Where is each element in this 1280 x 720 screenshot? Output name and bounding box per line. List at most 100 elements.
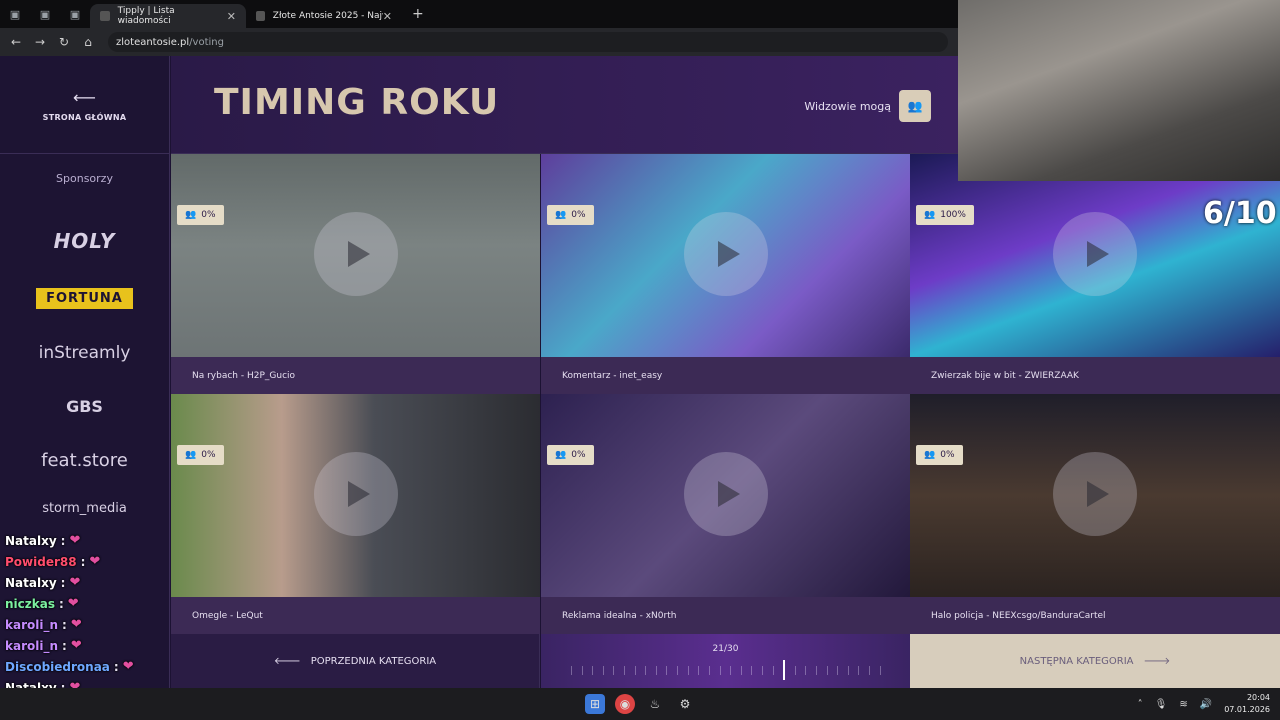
play-icon-button[interactable] [683,212,768,296]
pinned-tab-3[interactable]: ▣ [60,0,90,28]
progress-tick[interactable] [655,665,657,675]
app-icon[interactable]: ⚙ [675,694,695,714]
chat-separator: : [58,596,64,611]
chat-username: Powider88 [5,554,77,569]
start-windows-icon[interactable]: ⊞ [585,694,605,714]
sponsor-instreamly-logo[interactable]: inStreamly [0,343,169,363]
chat-separator: : [62,617,67,632]
percent-value: 0% [571,450,586,460]
chat-message: karoli_n: ❤ [0,614,170,635]
windows-taskbar: ⊞ ◉ ♨ ⚙ ˄ 🎙 ≋ 🔊 20:04 07.01.2026 [0,688,1280,720]
progress-tick[interactable] [761,665,763,675]
play-icon-button[interactable] [313,452,398,536]
progress-tick-current[interactable] [783,660,786,680]
chevron-up-icon[interactable]: ˄ [1138,699,1143,710]
play-icon-button[interactable] [683,452,768,536]
webcam-overlay [958,0,1280,181]
users-icon: 👥 [555,450,567,460]
percent-value: 100% [940,210,966,220]
speaker-icon[interactable]: 🔊 [1200,699,1212,710]
progress-tick[interactable] [869,665,871,675]
vote-percent-badge: 👥 0% [547,445,594,465]
home-icon[interactable]: ⌂ [76,35,100,49]
new-tab-plus-icon[interactable]: + [412,6,424,22]
next-category-button[interactable]: NASTĘPNA KATEGORIA 🡒 [910,634,1280,688]
tab-label: Tipply | Lista wiadomości [117,6,175,26]
pinned-tab-1[interactable]: ▣ [0,0,30,28]
nominee-card[interactable]: 👥 0% Halo policja - NEEXcsgo/BanduraCarte… [910,394,1280,634]
forward-arrow-icon[interactable]: → [28,35,52,49]
progress-tick[interactable] [719,665,721,675]
tab-close-icon[interactable]: ✕ [383,10,392,23]
progress-tick[interactable] [571,665,572,675]
progress-tick[interactable] [879,665,881,675]
play-icon-button[interactable] [313,212,398,296]
progress-tick[interactable] [826,665,828,675]
nominee-card[interactable]: 👥 0% Omegle - LeQut [171,394,540,634]
progress-tick[interactable] [592,665,594,675]
tab-tipply[interactable]: Tipply | Lista wiadomości ✕ [90,4,246,28]
microphone-icon[interactable]: 🎙 [1155,699,1168,710]
sponsor-featstore-logo[interactable]: feat.store [0,450,169,471]
steam-icon[interactable]: ♨ [645,694,665,714]
progress-tick[interactable] [634,665,636,675]
nominee-card[interactable]: 👥 0% Komentarz - inet_easy [541,154,910,394]
previous-category-button[interactable]: 🡐 POPRZEDNIA KATEGORIA [171,634,540,688]
nominee-card[interactable]: 👥 0% Na rybach - H2P_Gucio [171,154,540,394]
progress-ticks[interactable] [571,660,881,680]
nominee-card[interactable]: 👥 0% Reklama idealna - xN0rth [541,394,910,634]
progress-tick[interactable] [708,665,710,675]
progress-tick[interactable] [816,665,818,675]
chat-username: karoli_n [5,638,59,653]
wifi-icon[interactable]: ≋ [1179,699,1187,710]
progress-tick[interactable] [687,665,689,675]
sponsor-stormmedia-logo[interactable]: storm_media [0,501,169,516]
progress-tick[interactable] [751,665,753,675]
sponsor-fortuna[interactable]: FORTUNA [0,287,169,309]
play-icon-button[interactable] [1053,452,1137,536]
progress-tick[interactable] [740,665,742,675]
progress-tick[interactable] [624,665,626,675]
nominee-caption: Zwierzak bije w bit - ZWIERZAAK [910,357,1280,394]
progress-tick[interactable] [805,665,807,675]
progress-tick[interactable] [698,665,700,675]
sponsor-gbs-logo[interactable]: GBS [0,397,169,416]
progress-tick[interactable] [730,665,732,675]
progress-tick[interactable] [772,665,774,675]
play-icon-button[interactable] [1053,212,1137,296]
nominee-caption: Halo policja - NEEXcsgo/BanduraCartel [910,597,1280,634]
reload-icon[interactable]: ↻ [52,35,76,49]
progress-tick[interactable] [677,665,679,675]
progress-tick[interactable] [794,665,796,675]
chrome-icon[interactable]: ◉ [615,694,635,714]
chat-message: karoli_n: ❤ [0,635,170,656]
back-arrow-icon[interactable]: ← [4,35,28,49]
pinned-tab-2[interactable]: ▣ [30,0,60,28]
progress-tick[interactable] [581,665,583,675]
tab-zlote-antosie[interactable]: Złote Antosie 2025 - Największ ✕ [246,4,402,28]
progress-tick[interactable] [645,665,647,675]
url-bar[interactable]: zloteantosie.pl/voting [108,32,948,52]
chat-username: niczkas [5,596,55,611]
progress-tick[interactable] [613,665,615,675]
progress-tick[interactable] [666,665,668,675]
vote-percent-badge: 👥 0% [916,445,963,465]
clock[interactable]: 20:04 07.01.2026 [1224,692,1270,716]
heart-emote-icon: ❤ [70,617,82,632]
users-icon-button[interactable]: 👥 [899,90,931,122]
nominee-card[interactable]: 👥 100% Zwierzak bije w bit - ZWIERZAAK [910,154,1280,394]
sponsor-holy-logo[interactable]: HOLY [0,229,169,253]
users-icon: 👥 [924,450,936,460]
progress-tick[interactable] [847,665,849,675]
tab-favicon [256,11,265,21]
vote-percent-badge: 👥 0% [177,205,224,225]
url-path: /voting [189,36,224,48]
chat-separator: : [113,659,119,674]
heart-emote-icon: ❤ [70,638,82,653]
tab-close-icon[interactable]: ✕ [227,10,236,23]
progress-tick[interactable] [858,665,860,675]
progress-tick[interactable] [602,665,604,675]
home-button[interactable]: ⟵ STRONA GŁÓWNA [0,56,169,154]
sponsors-heading: Sponsorzy [56,172,113,185]
progress-tick[interactable] [837,665,839,675]
